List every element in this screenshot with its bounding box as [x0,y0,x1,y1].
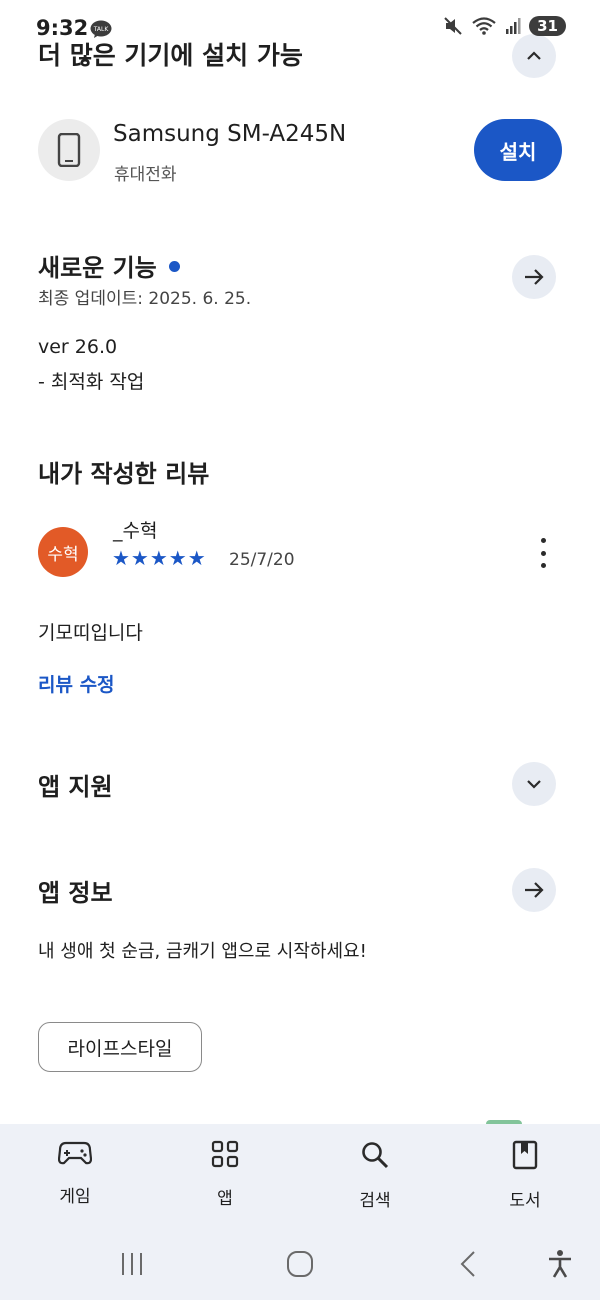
nav-label-apps: 앱 [217,1189,233,1209]
device-name: Samsung SM-A245N [113,121,347,147]
review-date: 25/7/20 [229,550,295,570]
bottom-navigation: 게임 앱 검색 도서 [0,1124,600,1300]
kakaotalk-notification-icon: TALK [90,20,112,38]
more-vert-icon-dot [540,550,546,556]
chevron-down-icon [527,780,541,789]
nav-label-search: 검색 [359,1191,391,1211]
arrow-right-icon [525,269,544,285]
recents-icon [122,1253,142,1275]
home-icon [287,1251,313,1277]
category-chip[interactable]: 라이프스타일 [38,1022,202,1072]
last-updated: 최종 업데이트: 2025. 6. 25. [38,289,252,309]
install-button[interactable]: 설치 [474,119,562,181]
svg-text:TALK: TALK [93,26,110,33]
status-time: 9:32 [36,16,89,40]
new-indicator-dot [168,260,180,272]
review-more-button[interactable] [533,538,553,568]
wifi-icon [472,17,496,35]
more-vert-icon-dot [540,563,546,568]
apps-grid-icon [211,1140,239,1168]
recents-button[interactable] [116,1244,148,1284]
whats-new-title-text: 새로운 기능 [38,254,157,282]
update-note: - 최적화 작업 [38,371,145,393]
app-support-expand-button[interactable] [512,762,556,806]
search-icon [362,1142,389,1169]
mute-icon [444,17,462,35]
app-info-arrow-button[interactable] [512,868,556,912]
status-icons: 31 [443,16,566,36]
signal-icon [506,18,521,34]
whats-new-title: 새로운 기능 [38,248,180,283]
avatar: 수혁 [38,527,88,577]
nav-label-games: 게임 [59,1187,91,1207]
app-support-title: 앱 지원 [38,773,113,801]
accessibility-icon [549,1250,571,1278]
more-vert-icon-dot [540,538,546,543]
nav-item-games[interactable]: 게임 [25,1140,125,1207]
arrow-right-icon [525,882,544,898]
system-navigation-bar [0,1244,600,1300]
nav-label-books: 도서 [509,1191,541,1211]
back-button[interactable] [452,1244,484,1284]
reviewer-name: _수혁 [113,520,158,542]
nav-item-apps[interactable]: 앱 [175,1140,275,1209]
my-review-title: 내가 작성한 리뷰 [38,460,210,488]
phone-icon [57,133,81,167]
battery-indicator: 31 [529,16,566,36]
version-text: ver 26.0 [38,336,118,358]
gamepad-icon [58,1141,92,1165]
device-avatar [38,119,100,181]
app-description: 내 생애 첫 순금, 금캐기 앱으로 시작하세요! [38,941,367,962]
accessibility-button[interactable] [544,1244,576,1284]
star-rating: ★★★★★ [112,546,207,570]
whats-new-arrow-button[interactable] [512,255,556,299]
nav-item-search[interactable]: 검색 [325,1140,425,1211]
status-bar: 9:32 TALK 31 [0,0,600,60]
app-info-title: 앱 정보 [38,879,113,907]
home-button[interactable] [284,1244,316,1284]
review-text: 기모띠입니다 [38,622,143,644]
back-icon [460,1251,475,1277]
edit-review-link[interactable]: 리뷰 수정 [38,670,115,697]
device-type: 휴대전화 [114,165,177,185]
book-icon [512,1140,538,1170]
nav-item-books[interactable]: 도서 [475,1140,575,1211]
